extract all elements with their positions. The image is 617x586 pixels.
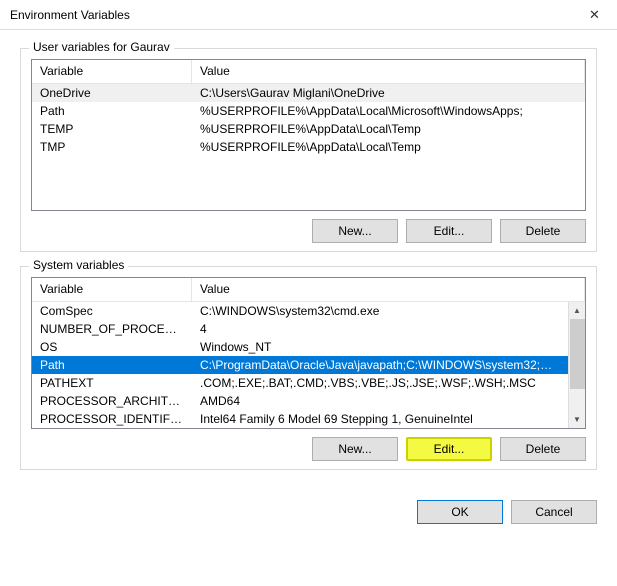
col-header-value[interactable]: Value	[192, 278, 585, 301]
cell-variable: TMP	[32, 139, 192, 155]
user-variables-list[interactable]: Variable Value OneDrive C:\Users\Gaurav …	[31, 59, 586, 211]
dialog-content: User variables for Gaurav Variable Value…	[0, 30, 617, 494]
cell-variable: OneDrive	[32, 85, 192, 101]
system-buttons: New... Edit... Delete	[31, 437, 586, 461]
system-variables-legend: System variables	[29, 258, 128, 272]
ok-button[interactable]: OK	[417, 500, 503, 524]
user-variables-group: User variables for Gaurav Variable Value…	[20, 48, 597, 252]
table-row[interactable]: TMP %USERPROFILE%\AppData\Local\Temp	[32, 138, 585, 156]
titlebar[interactable]: Environment Variables ✕	[0, 0, 617, 30]
cell-variable: PROCESSOR_IDENTIFIER	[32, 411, 192, 427]
table-row[interactable]: Path %USERPROFILE%\AppData\Local\Microso…	[32, 102, 585, 120]
cell-value: %USERPROFILE%\AppData\Local\Temp	[192, 139, 585, 155]
close-icon: ✕	[589, 7, 600, 23]
table-row[interactable]: PATHEXT .COM;.EXE;.BAT;.CMD;.VBS;.VBE;.J…	[32, 374, 568, 392]
system-delete-button[interactable]: Delete	[500, 437, 586, 461]
system-edit-button[interactable]: Edit...	[406, 437, 492, 461]
list-header: Variable Value	[32, 60, 585, 84]
vertical-scrollbar[interactable]: ▲ ▼	[568, 302, 585, 428]
list-body: OneDrive C:\Users\Gaurav Miglani\OneDriv…	[32, 84, 585, 210]
cell-value: AMD64	[192, 393, 568, 409]
table-row[interactable]: OS Windows_NT	[32, 338, 568, 356]
user-variables-legend: User variables for Gaurav	[29, 40, 174, 54]
system-new-button[interactable]: New...	[312, 437, 398, 461]
cell-value: Windows_NT	[192, 339, 568, 355]
scroll-up-icon[interactable]: ▲	[569, 302, 585, 319]
cell-variable: TEMP	[32, 121, 192, 137]
system-variables-group: System variables Variable Value ComSpec …	[20, 266, 597, 470]
scroll-down-icon[interactable]: ▼	[569, 411, 585, 428]
cell-value: %USERPROFILE%\AppData\Local\Microsoft\Wi…	[192, 103, 585, 119]
close-button[interactable]: ✕	[572, 0, 617, 30]
cell-variable: PROCESSOR_ARCHITECTURE	[32, 393, 192, 409]
cell-value: %USERPROFILE%\AppData\Local\Temp	[192, 121, 585, 137]
table-row[interactable]: OneDrive C:\Users\Gaurav Miglani\OneDriv…	[32, 84, 585, 102]
table-row[interactable]: TEMP %USERPROFILE%\AppData\Local\Temp	[32, 120, 585, 138]
cell-variable: Path	[32, 357, 192, 373]
cell-variable: OS	[32, 339, 192, 355]
col-header-variable[interactable]: Variable	[32, 60, 192, 83]
scroll-thumb[interactable]	[570, 319, 585, 389]
cell-value: C:\Users\Gaurav Miglani\OneDrive	[192, 85, 585, 101]
list-body: ComSpec C:\WINDOWS\system32\cmd.exe NUMB…	[32, 302, 585, 428]
list-header: Variable Value	[32, 278, 585, 302]
col-header-value[interactable]: Value	[192, 60, 585, 83]
user-edit-button[interactable]: Edit...	[406, 219, 492, 243]
col-header-variable[interactable]: Variable	[32, 278, 192, 301]
cell-variable: Path	[32, 103, 192, 119]
table-row-selected[interactable]: Path C:\ProgramData\Oracle\Java\javapath…	[32, 356, 568, 374]
cell-value: Intel64 Family 6 Model 69 Stepping 1, Ge…	[192, 411, 568, 427]
cell-variable: ComSpec	[32, 303, 192, 319]
system-variables-list[interactable]: Variable Value ComSpec C:\WINDOWS\system…	[31, 277, 586, 429]
table-row[interactable]: ComSpec C:\WINDOWS\system32\cmd.exe	[32, 302, 568, 320]
cell-value: 4	[192, 321, 568, 337]
cell-value: C:\WINDOWS\system32\cmd.exe	[192, 303, 568, 319]
table-row[interactable]: PROCESSOR_IDENTIFIER Intel64 Family 6 Mo…	[32, 410, 568, 428]
user-new-button[interactable]: New...	[312, 219, 398, 243]
cell-value: .COM;.EXE;.BAT;.CMD;.VBS;.VBE;.JS;.JSE;.…	[192, 375, 568, 391]
dialog-buttons: OK Cancel	[0, 494, 617, 524]
cell-value: C:\ProgramData\Oracle\Java\javapath;C:\W…	[192, 357, 568, 373]
user-delete-button[interactable]: Delete	[500, 219, 586, 243]
window-title: Environment Variables	[10, 8, 130, 22]
cell-variable: NUMBER_OF_PROCESSORS	[32, 321, 192, 337]
table-row[interactable]: NUMBER_OF_PROCESSORS 4	[32, 320, 568, 338]
user-buttons: New... Edit... Delete	[31, 219, 586, 243]
table-row[interactable]: PROCESSOR_ARCHITECTURE AMD64	[32, 392, 568, 410]
cell-variable: PATHEXT	[32, 375, 192, 391]
cancel-button[interactable]: Cancel	[511, 500, 597, 524]
